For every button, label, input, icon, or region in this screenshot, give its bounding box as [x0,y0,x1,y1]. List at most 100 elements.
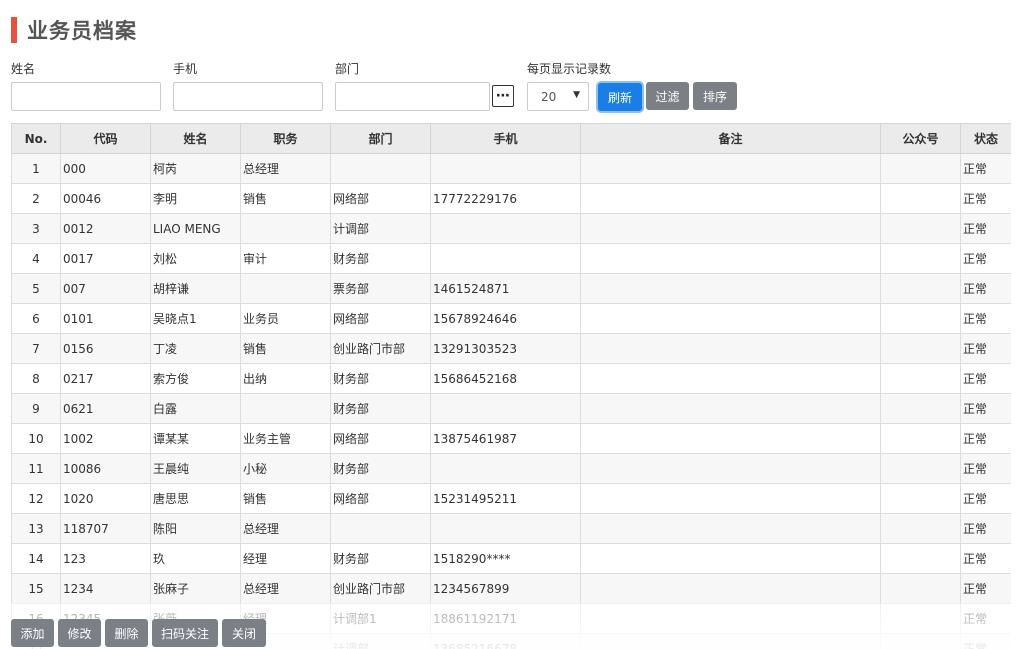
table-cell: 财务部 [330,543,431,574]
table-cell [580,423,881,454]
name-input[interactable] [11,82,161,111]
column-header[interactable]: 手机 [430,123,581,154]
table-row[interactable]: 15 1234 张麻子 总经理 创业路门市部 1234567899 正常 [11,573,1011,604]
action-toolbar: 添加 修改 删除 扫码关注 关闭 [11,619,266,647]
edit-button[interactable]: 修改 [58,619,101,647]
table-cell [880,543,961,574]
table-row[interactable]: 9 0621 白露 财务部 正常 [11,393,1011,424]
table-row[interactable]: 4 0017 刘松 审计 财务部 正常 [11,243,1011,274]
table-cell: 8 [11,363,61,394]
table-cell: 正常 [960,603,1011,634]
scan-follow-button[interactable]: 扫码关注 [152,619,218,647]
filter-button[interactable]: 过滤 [646,82,689,110]
close-button[interactable]: 关闭 [222,619,266,647]
column-header[interactable]: 姓名 [150,123,241,154]
table-cell [580,393,881,424]
table-cell: 总经理 [240,573,331,604]
per-page-select[interactable]: 20 ▼ [527,82,589,111]
table-cell: 0017 [60,243,151,274]
table-cell [580,483,881,514]
table-cell: 007 [60,273,151,304]
column-header[interactable]: 公众号 [880,123,961,154]
table-cell: 业务员 [240,303,331,334]
table-cell: 正常 [960,303,1011,334]
table-cell [880,183,961,214]
table-cell [430,513,581,544]
add-button[interactable]: 添加 [11,619,54,647]
table-cell: 18861192171 [430,603,581,634]
table-row[interactable]: 5 007 胡梓谦 票务部 1461524871 正常 [11,273,1011,304]
table-cell: 正常 [960,513,1011,544]
sort-button[interactable]: 排序 [693,82,737,110]
table-cell [330,513,431,544]
table-cell: 13875461987 [430,423,581,454]
table-row[interactable]: 6 0101 吴晓点1 业务员 网络部 15678924646 正常 [11,303,1011,334]
table-cell [240,273,331,304]
table-cell: 正常 [960,333,1011,364]
table-row[interactable]: 7 0156 丁凌 销售 创业路门市部 13291303523 正常 [11,333,1011,364]
table-row[interactable]: 13 118707 陈阳 总经理 正常 [11,513,1011,544]
table-cell: 正常 [960,153,1011,184]
column-header[interactable]: 部门 [330,123,431,154]
table-row[interactable]: 3 0012 LIAO MENG 计调部 正常 [11,213,1011,244]
table-row[interactable]: 2 00046 李明 销售 网络部 17772229176 正常 [11,183,1011,214]
table-cell: 正常 [960,453,1011,484]
table-cell: LIAO MENG [150,213,241,244]
table-cell: 13291303523 [430,333,581,364]
table-cell: 17772229176 [430,183,581,214]
table-cell: 网络部 [330,483,431,514]
filter-bar: 姓名 手机 部门 ⋯ 每页显示记录数 20 ▼ 刷新 过滤 排序 [0,60,1031,114]
table-row[interactable]: 11 10086 王晨纯 小秘 财务部 正常 [11,453,1011,484]
table-cell: 正常 [960,243,1011,274]
column-header[interactable]: 状态 [960,123,1011,154]
table-cell: 0156 [60,333,151,364]
column-header[interactable]: 备注 [580,123,881,154]
table-cell [880,213,961,244]
table-cell [880,513,961,544]
table-cell [580,453,881,484]
table-cell: 1234567899 [430,573,581,604]
table-row[interactable]: 12 1020 唐思思 销售 网络部 15231495211 正常 [11,483,1011,514]
table-cell: 正常 [960,573,1011,604]
table-row[interactable]: 8 0217 索方俊 出纳 财务部 15686452168 正常 [11,363,1011,394]
table-cell [580,543,881,574]
table-cell: 10086 [60,453,151,484]
column-header[interactable]: 职务 [240,123,331,154]
table-cell: 1461524871 [430,273,581,304]
dept-picker-button[interactable]: ⋯ [492,85,514,107]
table-cell: 刘松 [150,243,241,274]
table-row[interactable]: 10 1002 谭某某 业务主管 网络部 13875461987 正常 [11,423,1011,454]
delete-button[interactable]: 删除 [105,619,148,647]
table-cell: 王晨纯 [150,453,241,484]
table-cell [430,453,581,484]
table-row[interactable]: 14 123 玖经理 财务部 1518290**** 正常 [11,543,1011,574]
table-cell: 索方俊 [150,363,241,394]
page-header: 业务员档案 [11,16,137,44]
table-cell: 正常 [960,483,1011,514]
table-cell: 7 [11,333,61,364]
table-cell: 吴晓点1 [150,303,241,334]
table-cell: 总经理 [240,153,331,184]
table-cell: 总经理 [240,513,331,544]
title-accent-bar [11,17,17,43]
table-cell [580,633,881,649]
table-cell: 网络部 [330,183,431,214]
table-cell: 张麻子 [150,573,241,604]
table-cell [580,243,881,274]
phone-input[interactable] [173,82,323,111]
table-cell [880,423,961,454]
column-header[interactable]: No. [11,123,61,154]
table-header-row: No. 代码 姓名 职务 部门 手机 备注 公众号 状态 [11,123,1011,154]
table-cell: 正常 [960,423,1011,454]
table-cell: 11 [11,453,61,484]
dept-input[interactable] [335,82,490,111]
table-cell: 销售 [240,183,331,214]
table-row[interactable]: 1 000 柯芮 总经理 正常 [11,153,1011,184]
table-cell [580,303,881,334]
data-grid: No. 代码 姓名 职务 部门 手机 备注 公众号 状态 1 000 柯芮 总经理 正常 2 00046 李明… [11,123,1011,649]
refresh-button[interactable]: 刷新 [598,83,642,111]
table-cell: 财务部 [330,363,431,394]
table-cell: 陈阳 [150,513,241,544]
column-header[interactable]: 代码 [60,123,151,154]
table-cell: 0621 [60,393,151,424]
